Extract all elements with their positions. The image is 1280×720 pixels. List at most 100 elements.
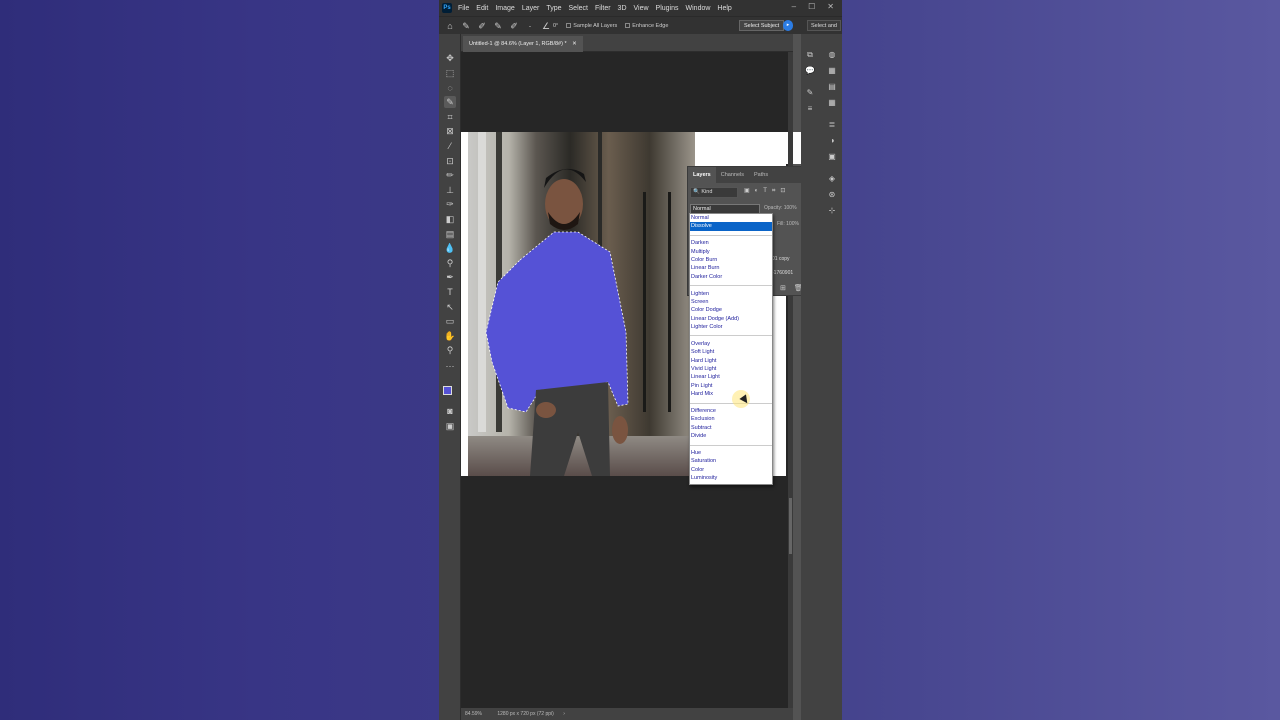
dodge-tool-icon[interactable]: ⚲ <box>444 257 456 269</box>
more-tools-icon[interactable]: ··· <box>444 360 456 372</box>
angle-value[interactable]: 0° <box>553 23 558 29</box>
select-subject-button[interactable]: Select Subject <box>739 20 785 31</box>
lasso-tool-icon[interactable]: ◌ <box>444 82 456 94</box>
blend-option-multiply[interactable]: Multiply <box>690 248 772 256</box>
history-brush-tool-icon[interactable]: ✑ <box>444 198 456 210</box>
blend-option-subtract[interactable]: Subtract <box>690 424 772 432</box>
menu-file[interactable]: File <box>458 5 469 12</box>
eraser-tool-icon[interactable]: ◧ <box>444 213 456 225</box>
learn-icon[interactable]: ▣ <box>827 152 837 162</box>
blend-option-color-dodge[interactable]: Color Dodge <box>690 306 772 314</box>
tab-paths[interactable]: Paths <box>749 167 773 183</box>
tab-channels[interactable]: Channels <box>716 167 749 183</box>
blend-option-lighten[interactable]: Lighten <box>690 290 772 298</box>
blend-option-difference[interactable]: Difference <box>690 407 772 415</box>
subtract-from-selection-icon[interactable]: ✐ <box>509 21 519 31</box>
blend-option-linear-burn[interactable]: Linear Burn <box>690 264 772 272</box>
blend-option-linear-light[interactable]: Linear Light <box>690 373 772 381</box>
blend-mode-dropdown[interactable]: Normal Dissolve Darken Multiply Color Bu… <box>689 213 773 485</box>
blend-option-darker-color[interactable]: Darker Color <box>690 273 772 281</box>
layer-filter-icons[interactable]: ▣◐T⌗⊡ <box>744 187 790 195</box>
fill-control[interactable]: Fill: 100% <box>777 221 799 227</box>
document-tab[interactable]: Untitled-1 @ 84.6% (Layer 1, RGB/8#) * ✕ <box>463 36 583 52</box>
minimize-icon[interactable]: – <box>792 2 796 11</box>
crop-tool-icon[interactable]: ⌗ <box>444 111 456 123</box>
pen-tool-icon[interactable]: ✒ <box>444 271 456 283</box>
blur-tool-icon[interactable]: 💧 <box>444 242 456 254</box>
hand-tool-icon[interactable]: ✋ <box>444 330 456 342</box>
blend-option-vivid-light[interactable]: Vivid Light <box>690 365 772 373</box>
menu-layer[interactable]: Layer <box>522 5 540 12</box>
type-tool-icon[interactable]: T <box>444 286 456 298</box>
menu-image[interactable]: Image <box>495 5 514 12</box>
zoom-tool-icon[interactable]: ⚲ <box>444 344 456 356</box>
adjustments-icon[interactable]: ◑ <box>827 136 837 146</box>
paths-icon[interactable]: ⊹ <box>827 206 837 216</box>
blend-option-soft-light[interactable]: Soft Light <box>690 348 772 356</box>
blend-option-darken[interactable]: Darken <box>690 239 772 247</box>
color-icon[interactable]: ◍ <box>827 50 837 60</box>
brush-size-icon[interactable]: · <box>525 21 535 31</box>
menu-plugins[interactable]: Plugins <box>656 5 679 12</box>
menu-view[interactable]: View <box>634 5 649 12</box>
adjustments-sliders-icon[interactable]: ≡ <box>805 104 815 114</box>
close-tab-icon[interactable]: ✕ <box>572 41 577 47</box>
blend-option-linear-dodge[interactable]: Linear Dodge (Add) <box>690 315 772 323</box>
quick-selection-tool-icon[interactable]: ✎ <box>444 96 456 108</box>
healing-brush-tool-icon[interactable]: ⊡ <box>444 155 456 167</box>
channels-icon[interactable]: ⊛ <box>827 190 837 200</box>
home-icon[interactable]: ⌂ <box>445 21 455 31</box>
clone-stamp-tool-icon[interactable]: ⊥ <box>444 184 456 196</box>
marquee-tool-icon[interactable]: ⬚ <box>444 67 456 79</box>
blend-option-color-burn[interactable]: Color Burn <box>690 256 772 264</box>
blend-option-divide[interactable]: Divide <box>690 432 772 440</box>
zoom-level[interactable]: 84.59% <box>465 711 482 717</box>
blend-option-dissolve[interactable]: Dissolve <box>690 222 772 231</box>
brush-tool-icon[interactable]: ✏ <box>444 169 456 181</box>
screen-mode-icon[interactable]: ▣ <box>444 420 456 432</box>
new-layer-icon[interactable]: ⊞ <box>780 285 786 292</box>
menu-filter[interactable]: Filter <box>595 5 611 12</box>
blend-option-pin-light[interactable]: Pin Light <box>690 382 772 390</box>
blend-option-hard-light[interactable]: Hard Light <box>690 357 772 365</box>
blend-option-luminosity[interactable]: Luminosity <box>690 474 772 482</box>
select-and-mask-button[interactable]: Select and <box>807 20 841 31</box>
frame-tool-icon[interactable]: ⊠ <box>444 125 456 137</box>
new-selection-icon[interactable]: ✐ <box>477 21 487 31</box>
menu-select[interactable]: Select <box>569 5 588 12</box>
select-subject-dropdown-icon[interactable]: ▸ <box>783 20 793 31</box>
sample-all-layers-checkbox[interactable]: Sample All Layers <box>566 23 617 29</box>
quick-selection-preset-icon[interactable]: ✎ <box>461 21 471 31</box>
brushes-icon[interactable]: ✎ <box>805 88 815 98</box>
close-icon[interactable]: ✕ <box>827 2 834 11</box>
status-arrow-icon[interactable]: › <box>563 711 565 717</box>
enhance-edge-checkbox[interactable]: Enhance Edge <box>625 23 668 29</box>
path-selection-tool-icon[interactable]: ↖ <box>444 301 456 313</box>
blend-option-normal[interactable]: Normal <box>690 214 772 222</box>
comments-icon[interactable]: 💬 <box>805 66 815 76</box>
patterns-icon[interactable]: ▦ <box>827 98 837 108</box>
gradients-icon[interactable]: ▤ <box>827 82 837 92</box>
menu-window[interactable]: Window <box>686 5 711 12</box>
tab-layers[interactable]: Layers <box>688 167 716 183</box>
menu-edit[interactable]: Edit <box>476 5 488 12</box>
maximize-icon[interactable]: ☐ <box>808 2 815 11</box>
libraries-icon[interactable]: ⧉ <box>805 50 815 60</box>
menu-help[interactable]: Help <box>717 5 731 12</box>
kind-filter-select[interactable]: 🔍 Kind <box>690 187 738 198</box>
blend-option-exclusion[interactable]: Exclusion <box>690 415 772 423</box>
menu-3d[interactable]: 3D <box>618 5 627 12</box>
opacity-control[interactable]: Opacity: 100% <box>764 205 797 211</box>
quick-mask-icon[interactable]: ◙ <box>444 405 456 417</box>
rectangle-tool-icon[interactable]: ▭ <box>444 315 456 327</box>
add-to-selection-icon[interactable]: ✎ <box>493 21 503 31</box>
blend-option-saturation[interactable]: Saturation <box>690 457 772 465</box>
blend-option-overlay[interactable]: Overlay <box>690 340 772 348</box>
foreground-color-swatch[interactable] <box>443 386 452 395</box>
swatches-icon[interactable]: ▦ <box>827 66 837 76</box>
move-tool-icon[interactable]: ✥ <box>444 52 456 64</box>
blend-option-color[interactable]: Color <box>690 466 772 474</box>
blend-option-lighter-color[interactable]: Lighter Color <box>690 323 772 331</box>
properties-icon[interactable]: ≣ <box>827 120 837 130</box>
eyedropper-tool-icon[interactable]: ⁄ <box>444 140 456 152</box>
